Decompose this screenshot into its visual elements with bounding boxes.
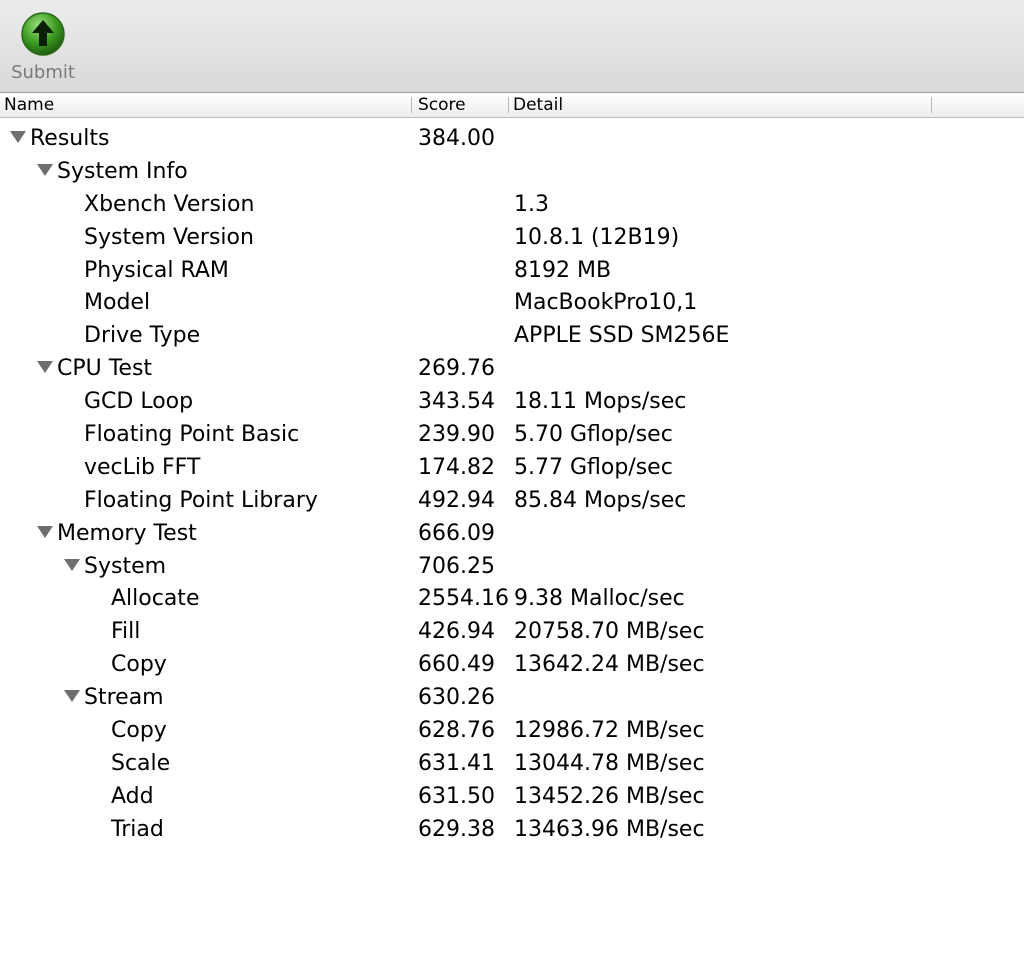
outline-row[interactable]: vecLib FFT 174.82 5.77 Gflop/sec (0, 450, 1024, 483)
column-header-name[interactable]: Name (4, 95, 54, 115)
row-score: 631.50 (418, 783, 495, 809)
results-outline[interactable]: Results 384.00 System Info Xbench Version 1.… (0, 121, 1024, 845)
outline-row[interactable]: Stream 630.26 (0, 680, 1024, 713)
row-name: System (84, 553, 167, 579)
disclosure-triangle-icon[interactable] (37, 361, 53, 374)
outline-row[interactable]: System 706.25 (0, 549, 1024, 582)
outline-row[interactable]: Drive Type APPLE SSD SM256E (0, 318, 1024, 351)
disclosure-triangle-icon[interactable] (37, 525, 53, 538)
row-score: 666.09 (418, 520, 495, 546)
row-score: 706.25 (418, 553, 495, 579)
disclosure-triangle-icon[interactable] (64, 690, 80, 703)
row-name: System Version (84, 224, 254, 250)
outline-row[interactable]: Copy 628.76 12986.72 MB/sec (0, 713, 1024, 746)
column-divider[interactable] (931, 97, 932, 113)
outline-row[interactable]: System Version 10.8.1 (12B19) (0, 220, 1024, 253)
outline-row[interactable]: Copy 660.49 13642.24 MB/sec (0, 647, 1024, 680)
outline-row[interactable]: Scale 631.41 13044.78 MB/sec (0, 746, 1024, 779)
row-name: Drive Type (84, 323, 201, 349)
row-score: 631.41 (418, 750, 495, 776)
green-up-arrow-icon (21, 12, 65, 56)
row-detail: 13642.24 MB/sec (514, 652, 705, 678)
row-name: Copy (111, 652, 167, 678)
row-name: Memory Test (57, 520, 197, 546)
row-detail: 13452.26 MB/sec (514, 783, 705, 809)
row-detail: 13044.78 MB/sec (514, 750, 705, 776)
row-detail: 85.84 Mops/sec (514, 487, 687, 513)
row-name: Stream (84, 685, 164, 711)
row-score: 343.54 (418, 389, 495, 415)
outline-row[interactable]: Memory Test 666.09 (0, 516, 1024, 549)
outline-row[interactable]: Results 384.00 (0, 121, 1024, 154)
row-score: 426.94 (418, 619, 495, 645)
outline-row[interactable]: GCD Loop 343.54 18.11 Mops/sec (0, 384, 1024, 417)
row-name: Floating Point Basic (84, 422, 300, 448)
row-name: Scale (111, 750, 171, 776)
row-name: Triad (111, 816, 164, 842)
outline-row[interactable]: Xbench Version 1.3 (0, 187, 1024, 220)
row-detail: 18.11 Mops/sec (514, 389, 687, 415)
row-detail: 5.77 Gflop/sec (514, 454, 673, 480)
row-detail: MacBookPro10,1 (514, 290, 698, 316)
outline-row[interactable]: Floating Point Basic 239.90 5.70 Gflop/sec (0, 417, 1024, 450)
row-detail: 9.38 Malloc/sec (514, 586, 685, 612)
row-score: 629.38 (418, 816, 495, 842)
row-detail: APPLE SSD SM256E (514, 323, 730, 349)
outline-row[interactable]: Add 631.50 13452.26 MB/sec (0, 779, 1024, 812)
column-divider[interactable] (508, 97, 509, 113)
row-score: 269.76 (418, 356, 495, 382)
submit-button[interactable]: Submit (6, 8, 80, 88)
column-header-score[interactable]: Score (418, 95, 466, 115)
outline-row[interactable]: System Info (0, 154, 1024, 187)
row-name: Model (84, 290, 151, 316)
row-detail: 13463.96 MB/sec (514, 816, 705, 842)
row-score: 660.49 (418, 652, 495, 678)
row-score: 630.26 (418, 685, 495, 711)
outline-row[interactable]: Physical RAM 8192 MB (0, 253, 1024, 286)
column-divider[interactable] (411, 97, 412, 113)
column-header: Name Score Detail (0, 93, 1024, 118)
row-name: Results (30, 126, 110, 151)
row-name: Allocate (111, 586, 200, 612)
disclosure-triangle-icon[interactable] (64, 558, 80, 571)
row-detail: 8192 MB (514, 257, 612, 283)
row-score: 239.90 (418, 422, 495, 448)
row-detail: 1.3 (514, 191, 549, 217)
row-score: 174.82 (418, 454, 495, 480)
row-name: Fill (111, 619, 141, 645)
outline-row[interactable]: Fill 426.94 20758.70 MB/sec (0, 614, 1024, 647)
row-name: System Info (57, 158, 188, 184)
row-name: Floating Point Library (84, 487, 318, 513)
row-name: GCD Loop (84, 389, 194, 415)
row-detail: 12986.72 MB/sec (514, 718, 705, 744)
row-name: vecLib FFT (84, 454, 201, 480)
toolbar: Submit (0, 0, 1024, 93)
row-detail: 10.8.1 (12B19) (514, 224, 680, 250)
outline-row[interactable]: Allocate 2554.16 9.38 Malloc/sec (0, 581, 1024, 614)
outline-row[interactable]: Floating Point Library 492.94 85.84 Mops/s… (0, 483, 1024, 516)
row-score: 2554.16 (418, 586, 509, 612)
column-header-detail[interactable]: Detail (513, 95, 563, 115)
row-name: Physical RAM (84, 257, 229, 283)
row-name: Add (111, 783, 154, 809)
row-name: Xbench Version (84, 191, 255, 217)
outline-row[interactable]: Triad 629.38 13463.96 MB/sec (0, 812, 1024, 845)
outline-row[interactable]: CPU Test 269.76 (0, 351, 1024, 384)
disclosure-triangle-icon[interactable] (37, 163, 53, 176)
row-score: 628.76 (418, 718, 495, 744)
submit-label: Submit (11, 62, 75, 83)
row-score: 492.94 (418, 487, 495, 513)
row-name: Copy (111, 718, 167, 744)
row-detail: 5.70 Gflop/sec (514, 422, 673, 448)
row-detail: 20758.70 MB/sec (514, 619, 705, 645)
outline-row[interactable]: Model MacBookPro10,1 (0, 285, 1024, 318)
row-score: 384.00 (418, 126, 495, 151)
row-name: CPU Test (57, 356, 153, 382)
disclosure-triangle-icon[interactable] (10, 131, 26, 143)
